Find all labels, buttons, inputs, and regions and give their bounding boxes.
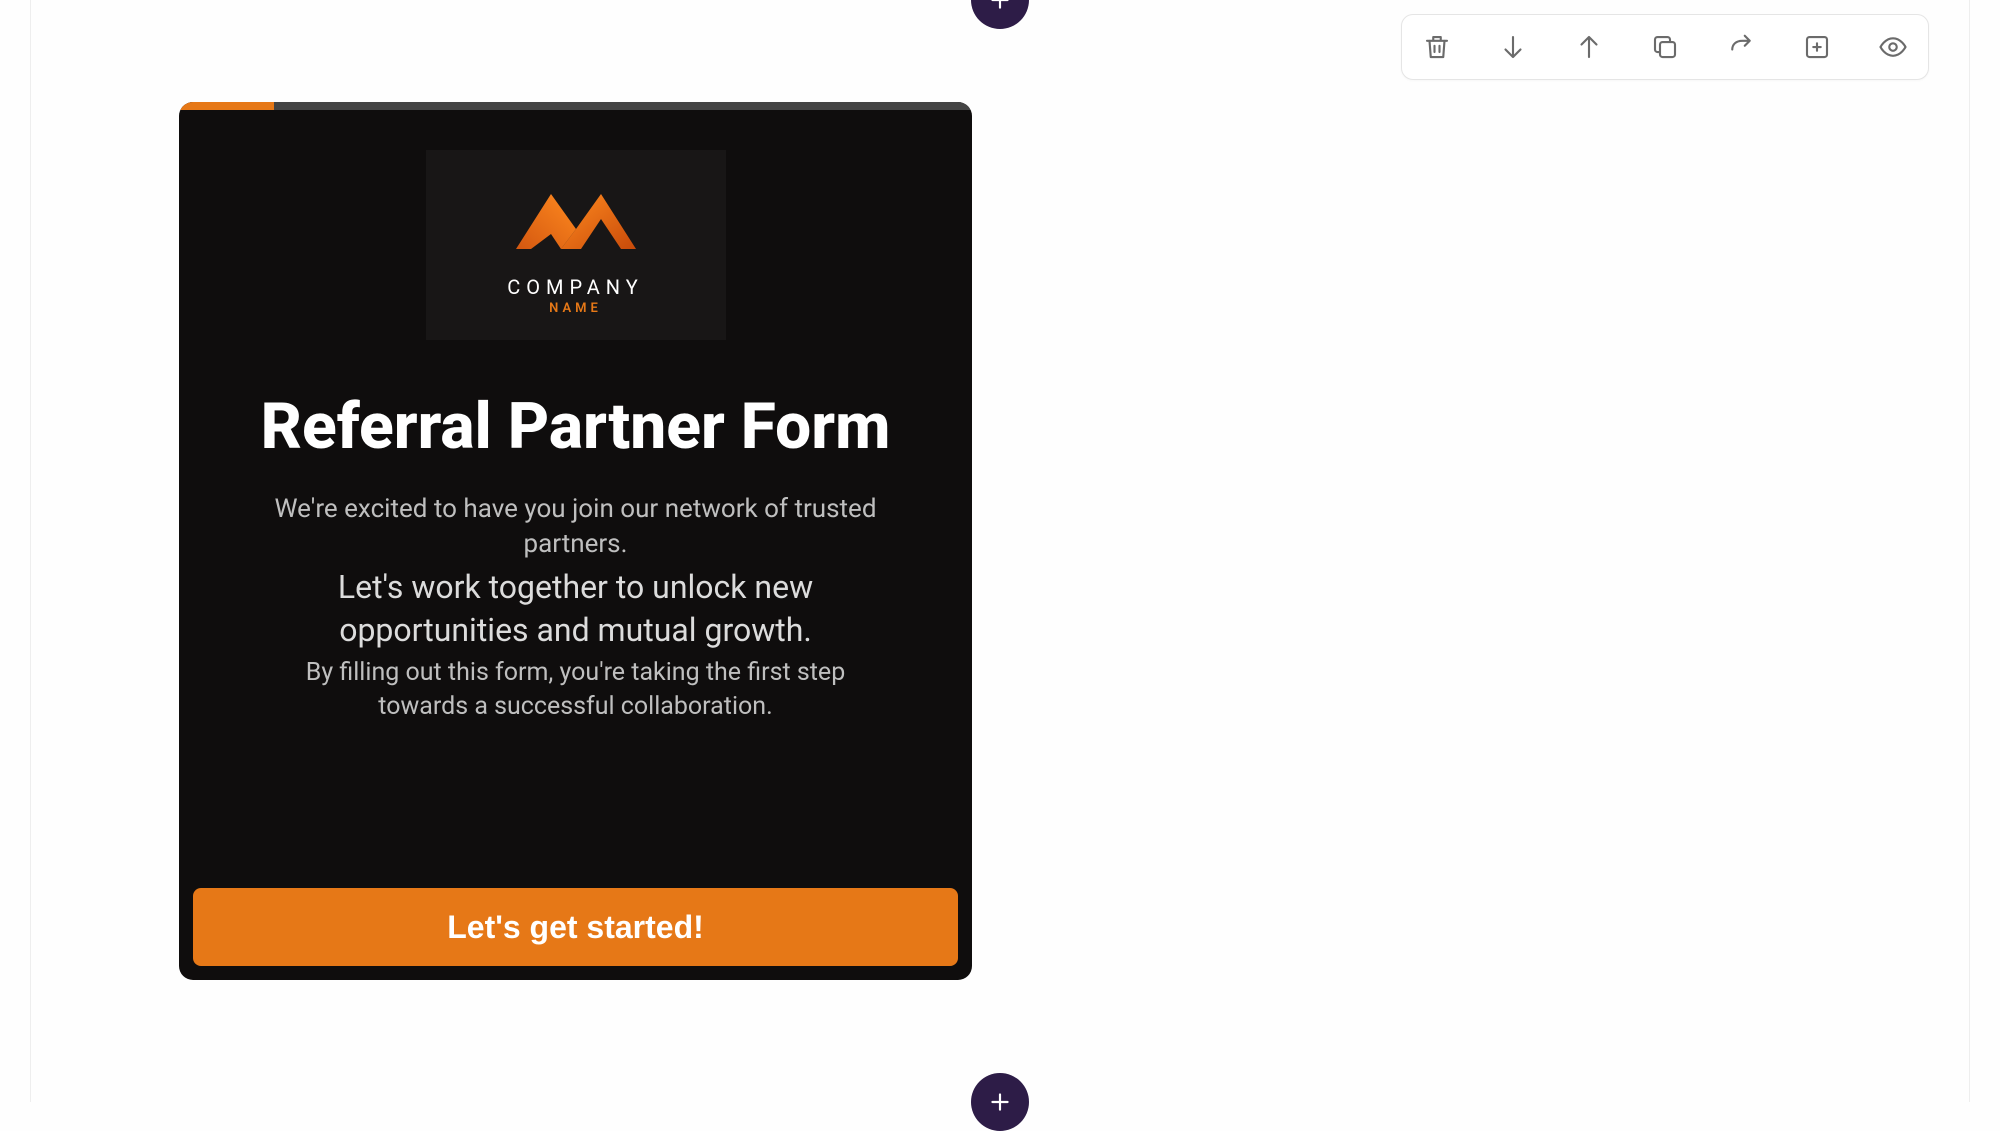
- card-title: Referral Partner Form: [221, 390, 931, 464]
- move-up-button[interactable]: [1572, 30, 1606, 64]
- move-down-button[interactable]: [1496, 30, 1530, 64]
- duplicate-button[interactable]: [1648, 30, 1682, 64]
- card-emphasis-text: Let's work together to unlock new opport…: [199, 566, 952, 652]
- form-card[interactable]: COMPANY NAME Referral Partner Form We're…: [179, 102, 972, 980]
- card-sub-text: By filling out this form, you're taking …: [199, 656, 952, 724]
- trash-icon: [1422, 32, 1452, 62]
- redo-arrow-icon: [1726, 32, 1756, 62]
- logo-box: COMPANY NAME: [426, 150, 726, 340]
- get-started-button[interactable]: Let's get started!: [193, 888, 958, 966]
- editor-toolbar: [1401, 14, 1929, 80]
- logo-company-text: COMPANY: [507, 275, 644, 299]
- plus-icon: [987, 1089, 1013, 1115]
- add-section-bottom-button[interactable]: [971, 1073, 1029, 1131]
- plus-icon: [987, 0, 1013, 13]
- copy-icon: [1650, 32, 1680, 62]
- redo-button[interactable]: [1724, 30, 1758, 64]
- progress-fill: [179, 102, 274, 110]
- preview-button[interactable]: [1876, 30, 1910, 64]
- delete-button[interactable]: [1420, 30, 1454, 64]
- progress-bar: [179, 102, 972, 110]
- add-square-icon: [1802, 32, 1832, 62]
- canvas-area: COMPANY NAME Referral Partner Form We're…: [30, 0, 1970, 1102]
- add-section-top-button[interactable]: [971, 0, 1029, 29]
- card-intro-text: We're excited to have you join our netwo…: [199, 492, 952, 562]
- card-content: COMPANY NAME Referral Partner Form We're…: [179, 110, 972, 870]
- eye-icon: [1878, 32, 1908, 62]
- arrow-down-icon: [1498, 32, 1528, 62]
- add-element-button[interactable]: [1800, 30, 1834, 64]
- arrow-up-icon: [1574, 32, 1604, 62]
- company-logo-icon: [506, 174, 646, 259]
- logo-name-text: NAME: [549, 301, 602, 316]
